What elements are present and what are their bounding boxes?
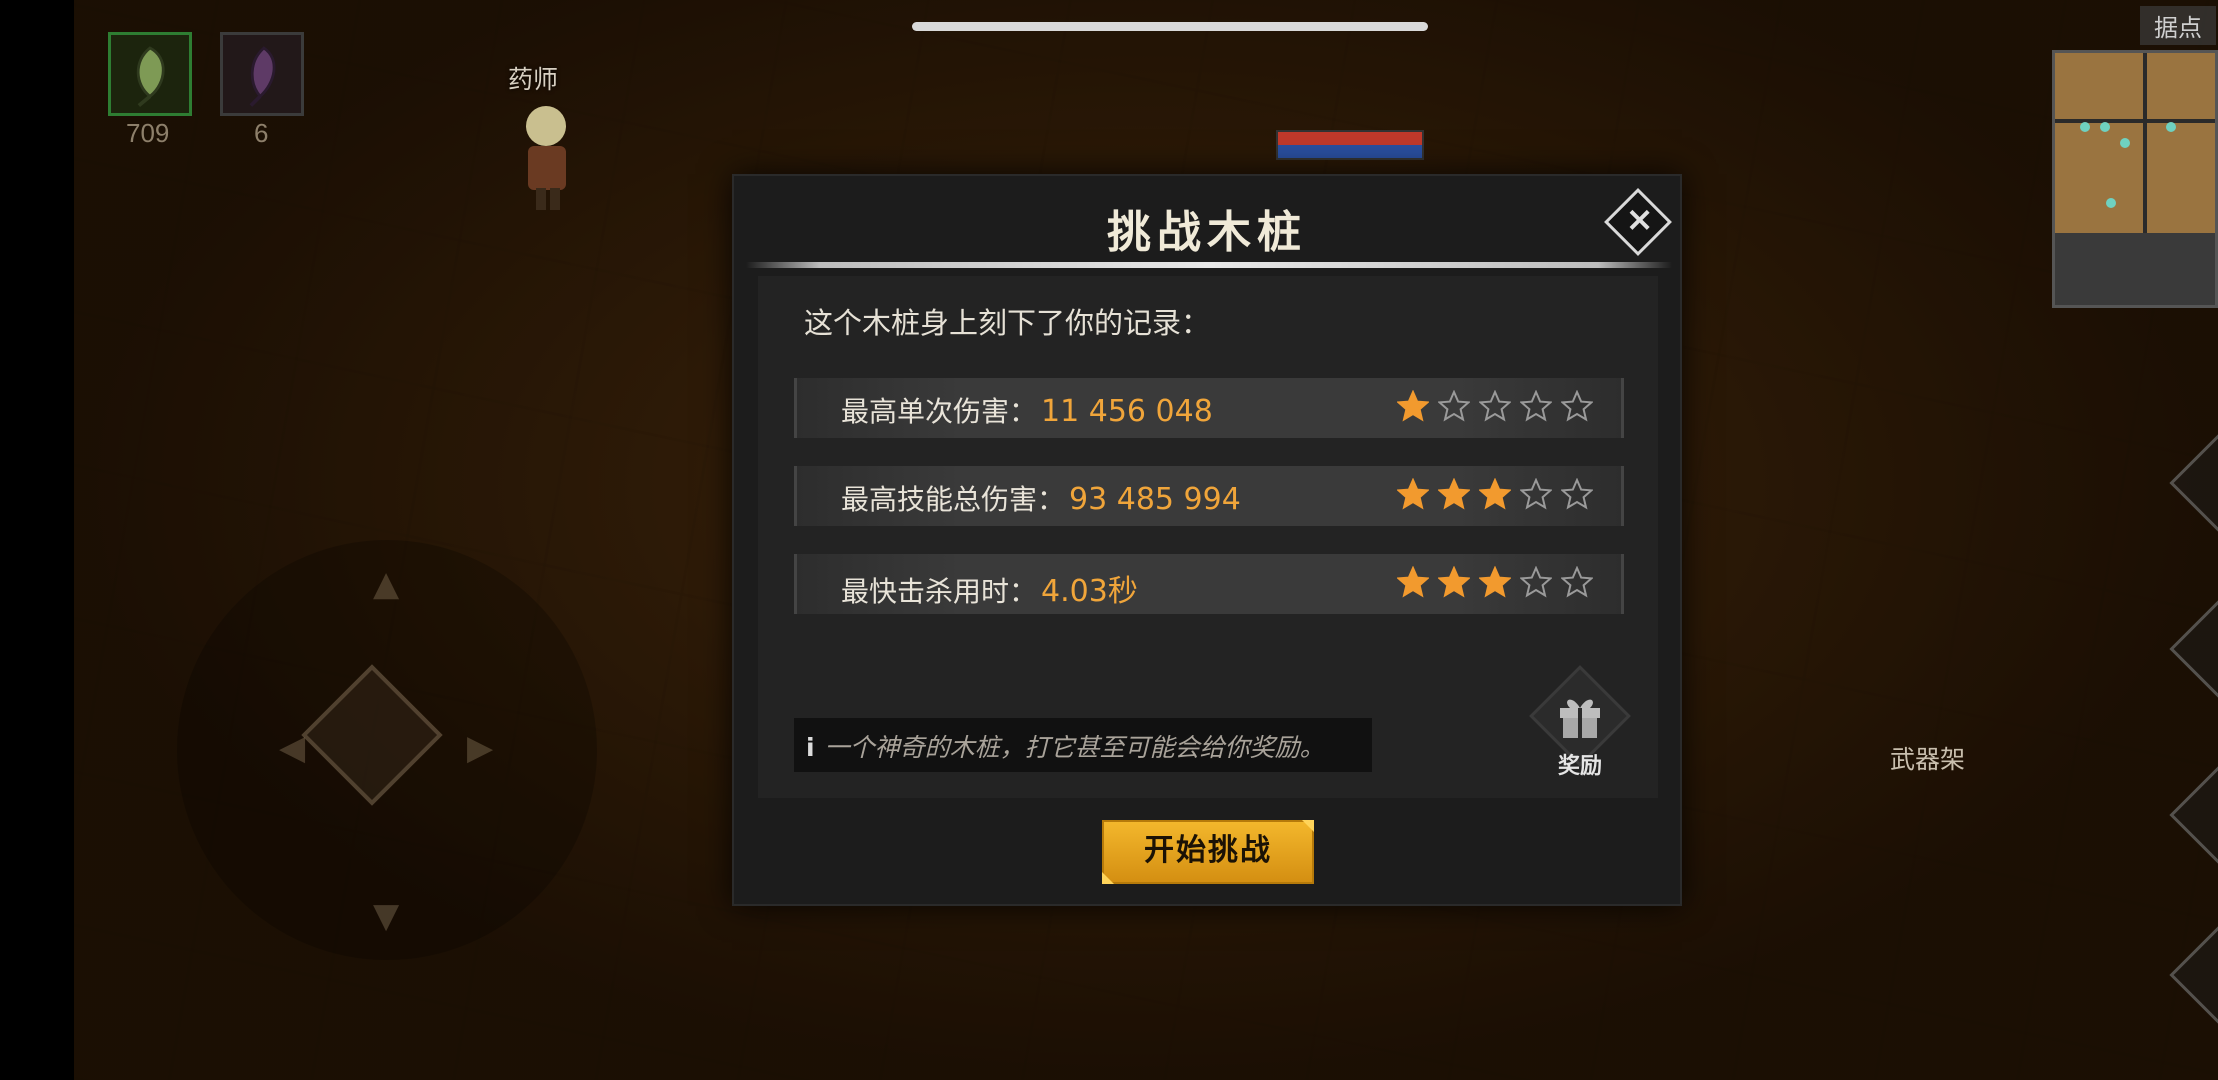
record-label-text: 最高技能总伤害：: [841, 483, 1066, 516]
star-empty-icon: [1438, 390, 1470, 422]
star-filled-icon: [1479, 566, 1511, 598]
weapon-rack-label: 武器架: [1890, 745, 1966, 774]
star-empty-icon: [1520, 390, 1552, 422]
purple-herb-icon: [249, 46, 276, 107]
green-herb-icon: [136, 46, 165, 107]
screen-left-edge: [0, 0, 74, 1080]
record-label: 最高技能总伤害： 93 485 994: [841, 478, 1241, 518]
star-empty-icon: [1479, 390, 1511, 422]
info-icon: i: [806, 733, 815, 762]
item-slot-herb-green[interactable]: [108, 32, 192, 116]
record-value: 4.03秒: [1041, 574, 1138, 609]
minimap-label: 据点: [2140, 6, 2216, 45]
star-filled-icon: [1397, 390, 1429, 422]
record-label-text: 最快击杀用时：: [841, 575, 1038, 608]
record-intro-text: 这个木桩身上刻下了你的记录：: [804, 306, 1211, 340]
npc-pharmacist-icon[interactable]: [480, 100, 600, 220]
virtual-joystick[interactable]: ▲ ▼ ◀ ▶: [177, 540, 597, 960]
star-filled-icon: [1438, 566, 1470, 598]
item-count-herb-green: 709: [126, 118, 170, 148]
star-filled-icon: [1479, 478, 1511, 510]
item-slot-herb-purple[interactable]: [220, 32, 304, 116]
reward-label: 奖励: [1557, 754, 1602, 779]
record-value: 93 485 994: [1069, 482, 1241, 517]
star-filled-icon: [1438, 478, 1470, 510]
record-label: 最高单次伤害： 11 456 048: [841, 390, 1213, 430]
star-empty-icon: [1561, 390, 1593, 422]
record-row-max-skill-damage: 最高技能总伤害： 93 485 994: [794, 466, 1624, 526]
star-empty-icon: [1520, 478, 1552, 510]
challenge-dummy-dialog: 挑战木桩 × 这个木桩身上刻下了你的记录： 最高单次伤害： 11 456 048 …: [732, 174, 1682, 906]
star-rating: [1397, 478, 1593, 510]
star-empty-icon: [1561, 566, 1593, 598]
star-filled-icon: [1397, 566, 1429, 598]
star-empty-icon: [1561, 478, 1593, 510]
record-label: 最快击杀用时： 4.03秒: [841, 566, 1138, 610]
gift-icon: [1560, 699, 1600, 738]
item-count-herb-purple: 6: [254, 118, 269, 148]
minimap[interactable]: [2052, 50, 2218, 308]
star-empty-icon: [1520, 566, 1552, 598]
record-label-text: 最高单次伤害：: [841, 395, 1038, 428]
close-icon: ×: [1625, 199, 1654, 240]
record-row-fastest-kill: 最快击杀用时： 4.03秒: [794, 554, 1624, 614]
hint-box: i 一个神奇的木桩，打它甚至可能会给你奖励。: [794, 718, 1372, 772]
title-divider: [746, 262, 1672, 268]
record-value: 11 456 048: [1041, 394, 1213, 429]
record-row-max-single-damage: 最高单次伤害： 11 456 048: [794, 378, 1624, 438]
dialog-title: 挑战木桩: [1107, 207, 1307, 258]
start-challenge-button[interactable]: 开始挑战: [1102, 820, 1314, 884]
joystick-up-arrow-icon: ▲: [373, 564, 400, 604]
home-indicator: [912, 22, 1428, 31]
reward-button[interactable]: 奖励: [1529, 665, 1631, 782]
minimap-layout-icon: [2055, 53, 2215, 305]
enemy-health-bar: [1276, 130, 1424, 160]
hint-text: 一个神奇的木桩，打它甚至可能会给你奖励。: [824, 733, 1325, 762]
star-filled-icon: [1397, 478, 1429, 510]
joystick-thumb[interactable]: [301, 664, 443, 806]
star-rating: [1397, 566, 1593, 598]
npc-name-label: 药师: [508, 65, 559, 94]
joystick-right-arrow-icon: ▶: [467, 728, 494, 768]
joystick-down-arrow-icon: ▼: [373, 896, 400, 936]
star-rating: [1397, 390, 1593, 422]
